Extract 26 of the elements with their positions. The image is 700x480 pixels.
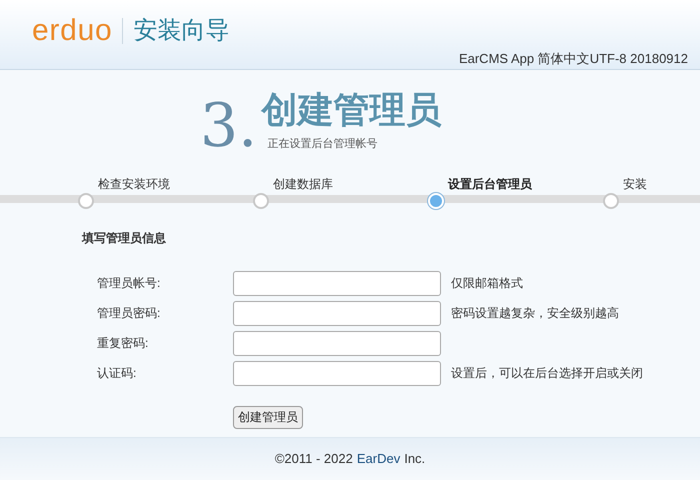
- form-title: 填写管理员信息: [82, 231, 166, 245]
- field-label: 认证码:: [97, 365, 138, 382]
- step-subtitle: 正在设置后台管理帐号: [267, 137, 378, 152]
- copyright-suffix: Inc.: [404, 450, 426, 468]
- logo: erduo: [32, 16, 112, 46]
- field-hint: 设置后，可以在后台选择开启或关闭: [451, 365, 643, 382]
- field-hint: 仅限邮箱格式: [451, 275, 523, 292]
- field-hint: 密码设置越复杂，安全级别越高: [451, 305, 619, 322]
- input-field[interactable]: [233, 300, 441, 326]
- step-number: 3.: [200, 96, 258, 163]
- input-field[interactable]: [233, 360, 441, 386]
- step-label: 创建数据库: [272, 176, 334, 192]
- step-label: 检查安装环境: [97, 176, 171, 192]
- step-title: 创建管理员: [261, 92, 442, 128]
- copyright-text: ©2011 - 2022: [274, 450, 353, 468]
- input-field[interactable]: [233, 270, 441, 296]
- version-text: EarCMS App 简体中文UTF-8 20180912: [458, 50, 688, 68]
- step-label: 安装: [622, 176, 648, 192]
- page-title: 安装向导: [133, 19, 230, 43]
- field-label: 管理员帐号:: [97, 275, 162, 292]
- step-label: 设置后台管理员: [446, 176, 533, 192]
- field-label: 重复密码:: [97, 335, 150, 352]
- company-link[interactable]: EarDev: [356, 449, 400, 468]
- input-field[interactable]: [233, 330, 441, 356]
- create-admin-button[interactable]: 创建管理员: [233, 406, 303, 428]
- field-label: 管理员密码:: [97, 305, 162, 322]
